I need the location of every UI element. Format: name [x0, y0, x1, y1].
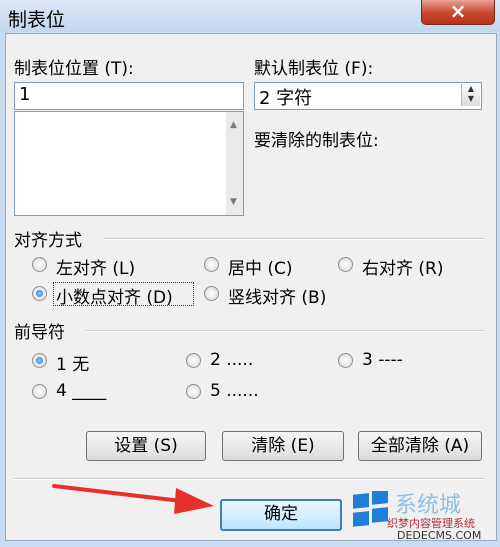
watermark-logo: 系统城 织梦内容管理系统 DEDECMS.COM	[345, 485, 495, 543]
tab-position-label: 制表位位置 (T):	[14, 59, 134, 79]
alignment-group-label: 对齐方式	[14, 231, 82, 251]
align-bar-label[interactable]: 竖线对齐 (B)	[228, 283, 326, 308]
close-button[interactable]: ×	[421, 0, 495, 25]
scroll-up-icon[interactable]: ▲	[230, 120, 237, 130]
align-right-label[interactable]: 右对齐 (R)	[362, 254, 443, 279]
spin-up-icon[interactable]: ▲	[462, 84, 480, 94]
window-title: 制表位	[8, 9, 66, 31]
watermark-url-text: DEDECMS.COM	[397, 529, 482, 542]
tab-position-value: 1	[19, 84, 31, 105]
tab-position-input[interactable]: 1	[14, 82, 244, 110]
leader-divider	[86, 330, 484, 332]
title-bar[interactable]: 制表位 ×	[0, 0, 500, 32]
default-tab-input[interactable]: 2 字符 ▲ ▼	[254, 82, 482, 110]
align-right-radio[interactable]	[338, 257, 353, 272]
leader-dash-radio[interactable]	[338, 353, 353, 368]
scroll-down-icon[interactable]: ▼	[230, 197, 237, 207]
align-center-label[interactable]: 居中 (C)	[228, 254, 293, 279]
leader-none-label[interactable]: 1 无	[56, 350, 89, 375]
clear-tabs-label: 要清除的制表位:	[254, 131, 379, 151]
red-arrow-icon	[52, 484, 214, 514]
align-center-radio[interactable]	[204, 257, 219, 272]
align-decimal-label[interactable]: 小数点对齐 (D)	[56, 283, 173, 308]
leader-dash-label[interactable]: 3 ----	[362, 350, 403, 370]
default-tab-spinner[interactable]: ▲ ▼	[461, 84, 480, 106]
leader-dots-radio[interactable]	[186, 353, 201, 368]
align-left-radio[interactable]	[32, 257, 47, 272]
align-left-label[interactable]: 左对齐 (L)	[56, 254, 135, 279]
leader-group-label: 前导符	[14, 323, 65, 343]
align-decimal-radio[interactable]	[32, 286, 47, 301]
close-icon: ×	[449, 0, 467, 23]
leader-heavy-dots-radio[interactable]	[186, 384, 201, 399]
alignment-divider	[104, 238, 484, 240]
leader-dots-label[interactable]: 2 .....	[210, 350, 253, 370]
leader-none-radio[interactable]	[32, 353, 47, 368]
leader-underline-label[interactable]: 4 ____	[56, 381, 106, 401]
windows-logo-icon	[353, 491, 388, 527]
clear-button[interactable]: 清除 (E)	[222, 431, 344, 461]
align-bar-radio[interactable]	[204, 286, 219, 301]
ok-button[interactable]: 确定	[220, 499, 342, 531]
spin-down-icon[interactable]: ▼	[462, 94, 480, 104]
set-button[interactable]: 设置 (S)	[86, 431, 206, 461]
list-scrollbar[interactable]: ▲ ▼	[226, 112, 243, 215]
tab-position-list[interactable]: ▲ ▼	[14, 111, 244, 216]
default-tab-value: 2 字符	[259, 88, 313, 109]
leader-heavy-dots-label[interactable]: 5 ......	[210, 381, 259, 401]
clear-all-button[interactable]: 全部清除 (A)	[358, 431, 482, 461]
default-tab-label: 默认制表位 (F):	[254, 59, 374, 79]
leader-underline-radio[interactable]	[32, 384, 47, 399]
